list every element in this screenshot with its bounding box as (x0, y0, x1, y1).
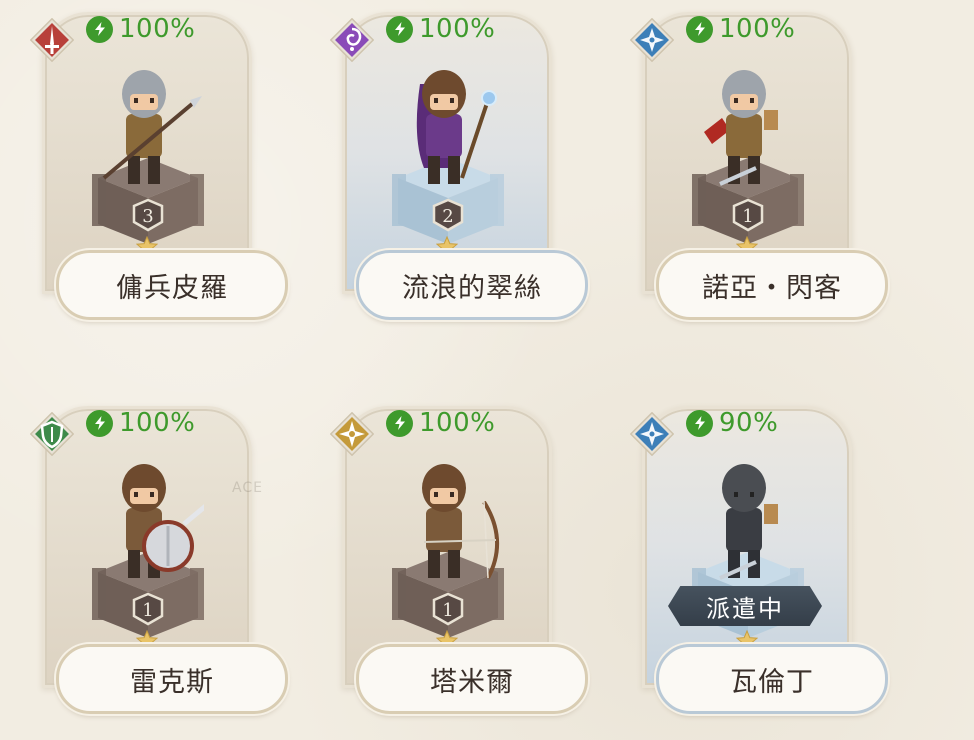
energy-indicator: 100% (86, 408, 195, 438)
level-number: 2 (442, 206, 453, 227)
energy-value: 100% (719, 14, 796, 44)
dispatch-status-badge: 派遣中 (668, 586, 822, 626)
magic-class-icon (329, 17, 375, 63)
energy-indicator: 100% (86, 14, 195, 44)
shuriken-class-icon (629, 411, 675, 457)
level-number: 3 (142, 206, 153, 227)
lightning-icon (686, 409, 713, 437)
lightning-icon (386, 15, 413, 43)
lightning-icon (686, 15, 713, 43)
energy-indicator: 90% (686, 408, 778, 438)
hero-card[interactable]: 100% 1 雷克斯 (28, 398, 288, 718)
hero-sprite (684, 48, 804, 208)
star-class-icon (329, 411, 375, 457)
hero-card[interactable]: 100% 3 傭兵皮羅 (28, 4, 288, 324)
hero-name: 瓦倫丁 (656, 644, 888, 714)
hero-sprite (384, 442, 504, 602)
hero-sprite (684, 442, 804, 602)
hero-sprite (84, 48, 204, 208)
hero-card[interactable]: 90% 派遣中瓦倫丁 (628, 398, 888, 718)
hero-name: 傭兵皮羅 (56, 250, 288, 320)
hero-name: 流浪的翠絲 (356, 250, 588, 320)
energy-value: 90% (719, 408, 779, 438)
hero-sprite (84, 442, 210, 602)
sword-class-icon (29, 17, 75, 63)
lightning-icon (86, 15, 113, 43)
energy-value: 100% (119, 14, 196, 44)
shuriken-class-icon (629, 17, 675, 63)
level-number: 1 (142, 600, 153, 621)
hero-card[interactable]: 100% 1 諾亞‧閃客 (628, 4, 888, 324)
hero-name: 塔米爾 (356, 644, 588, 714)
energy-indicator: 100% (386, 14, 495, 44)
energy-value: 100% (419, 14, 496, 44)
level-number: 1 (742, 206, 753, 227)
hero-name: 雷克斯 (56, 644, 288, 714)
level-number: 1 (442, 600, 453, 621)
lightning-icon (386, 409, 413, 437)
hero-card[interactable]: 100% 2 流浪的翠絲 (328, 4, 588, 324)
shield-class-icon (29, 411, 75, 457)
energy-indicator: 100% (686, 14, 795, 44)
watermark-text: ACE (232, 480, 263, 496)
energy-indicator: 100% (386, 408, 495, 438)
energy-value: 100% (119, 408, 196, 438)
lightning-icon (86, 409, 113, 437)
hero-name: 諾亞‧閃客 (656, 250, 888, 320)
energy-value: 100% (419, 408, 496, 438)
hero-sprite (384, 48, 504, 208)
hero-card[interactable]: 100% 1 塔米爾 (328, 398, 588, 718)
